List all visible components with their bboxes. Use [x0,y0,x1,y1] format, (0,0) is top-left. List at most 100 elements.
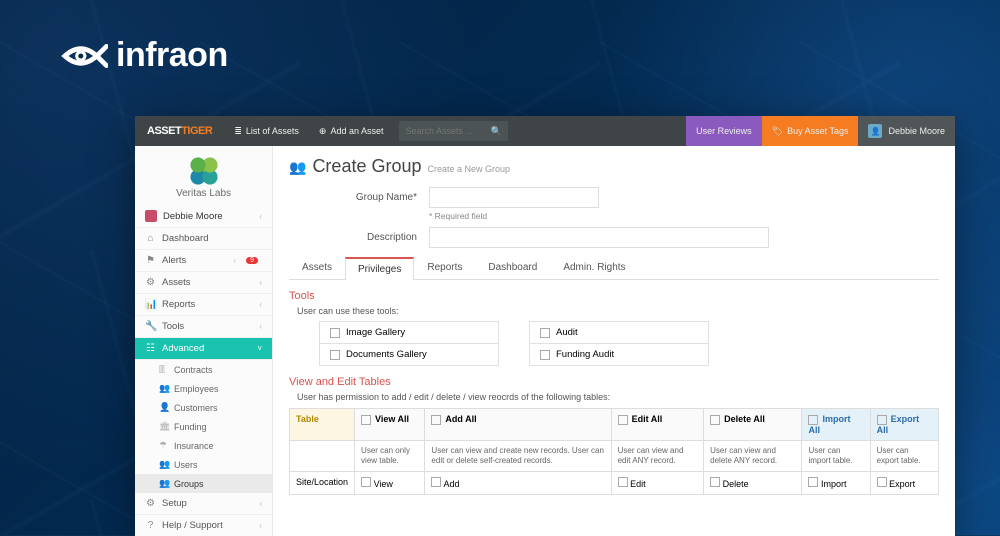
page-subtitle: Create a New Group [428,164,511,174]
checkbox[interactable] [877,415,887,425]
layers-icon: ☷ [145,343,156,354]
checkbox[interactable] [431,415,441,425]
tabs: Assets Privileges Reports Dashboard Admi… [289,256,939,280]
add-asset-link[interactable]: ⊕ Add an Asset [309,116,394,146]
tool-documents-gallery[interactable]: Documents Gallery [319,343,499,366]
chevron-down-icon: ˅ [257,344,262,353]
sidebar-sub-customers[interactable]: 👤Customers [135,398,272,417]
tab-dashboard[interactable]: Dashboard [475,256,550,279]
checkbox[interactable] [710,415,720,425]
sidebar-label: Help / Support [162,520,223,531]
sidebar-item-dashboard[interactable]: ⌂ Dashboard [135,228,272,250]
buy-asset-tags-button[interactable]: 🏷 Buy Asset Tags [762,116,859,146]
tool-audit[interactable]: Audit [529,321,709,344]
checkbox[interactable] [710,477,720,487]
search-icon[interactable]: 🔍 [484,126,507,137]
buy-tags-label: Buy Asset Tags [787,126,848,136]
gear-icon: ⚙ [145,498,156,509]
chevron-left-icon: ‹ [259,278,262,287]
search-input[interactable] [399,126,484,136]
sidebar-label: Tools [162,321,184,332]
sidebar-item-help[interactable]: ? Help / Support ‹ [135,515,272,536]
th-add[interactable]: Add All [425,409,611,441]
tab-admin-rights[interactable]: Admin. Rights [550,256,638,279]
sidebar-user-name: Debbie Moore [163,211,223,222]
th-view[interactable]: View All [355,409,425,441]
sidebar-user-row[interactable]: Debbie Moore ‹ [135,205,272,228]
checkbox[interactable] [330,350,340,360]
checkbox[interactable] [540,350,550,360]
list-icon: ≣ [234,126,242,137]
tools-note: User can use these tools: [289,306,939,316]
tool-image-gallery[interactable]: Image Gallery [319,321,499,344]
sidebar-item-advanced[interactable]: ☷ Advanced ˅ [135,338,272,360]
th-export[interactable]: Export All [870,409,938,441]
people-icon: 👥 [159,383,169,394]
alerts-badge: 9 [246,257,258,264]
cell-export[interactable]: Export [870,471,938,494]
privileges-table: Table View All Add All Edit All Delete A… [289,408,939,495]
checkbox[interactable] [540,328,550,338]
app-window: ASSETTIGER ≣ List of Assets ⊕ Add an Ass… [135,116,955,536]
chevron-left-icon: ‹ [259,300,262,309]
avatar-icon [145,210,157,222]
sidebar-sub-contracts[interactable]: ⫿⫿Contracts [135,360,272,379]
sidebar-item-setup[interactable]: ⚙ Setup ‹ [135,493,272,515]
sidebar-sub-funding[interactable]: 🏛Funding [135,417,272,436]
tag-icon: 🏷 [772,126,783,137]
group-name-input[interactable] [429,187,599,208]
tab-assets[interactable]: Assets [289,256,345,279]
tools-heading: Tools [289,290,939,302]
link-icon: ⚙ [145,277,156,288]
tool-funding-audit[interactable]: Funding Audit [529,343,709,366]
sidebar-sub-insurance[interactable]: ☂Insurance [135,436,272,455]
tab-reports[interactable]: Reports [414,256,475,279]
help-icon: ? [145,520,156,531]
brand-asset: ASSET [147,125,181,137]
cell-view[interactable]: View [355,471,425,494]
sidebar-item-tools[interactable]: 🔧 Tools ‹ [135,316,272,338]
wrench-icon: 🔧 [145,321,156,332]
group-icon: 👥 [289,159,306,176]
sidebar-sub-users[interactable]: 👥Users [135,455,272,474]
sidebar-item-alerts[interactable]: ⚑ Alerts ‹ 9 [135,250,272,272]
chevron-left-icon: ‹ [259,521,262,530]
chevron-left-icon: ‹ [259,499,262,508]
barcode-icon: ⫿⫿ [159,364,169,375]
checkbox[interactable] [618,477,628,487]
list-assets-link[interactable]: ≣ List of Assets [224,116,309,146]
checkbox[interactable] [877,477,887,487]
sidebar-sub-employees[interactable]: 👥Employees [135,379,272,398]
cell-edit[interactable]: Edit [611,471,704,494]
chevron-left-icon: ‹ [259,212,262,221]
checkbox[interactable] [431,477,441,487]
th-import[interactable]: Import All [802,409,870,441]
infraon-eye-icon [60,39,108,73]
user-reviews-label: User Reviews [696,126,752,136]
infraon-logo: infraon [60,36,228,75]
sidebar-item-assets[interactable]: ⚙ Assets ‹ [135,272,272,294]
sidebar-sub-groups[interactable]: 👥Groups [135,474,272,493]
th-delete[interactable]: Delete All [704,409,802,441]
checkbox[interactable] [808,477,818,487]
table-header-row: Table View All Add All Edit All Delete A… [290,409,939,441]
checkbox[interactable] [361,415,371,425]
table-row: Site/Location View Add Edit Delete Impor… [290,471,939,494]
description-input[interactable] [429,227,769,248]
checkbox[interactable] [330,328,340,338]
cell-delete[interactable]: Delete [704,471,802,494]
cell-import[interactable]: Import [802,471,870,494]
checkbox[interactable] [361,477,371,487]
page-title-block: 👥 Create Group Create a New Group [289,156,939,177]
current-user-chip[interactable]: 👤 Debbie Moore [858,116,955,146]
checkbox[interactable] [618,415,628,425]
tab-privileges[interactable]: Privileges [345,257,414,280]
tools-grid: Image Gallery Documents Gallery Audit Fu… [289,322,939,366]
company-logo-icon [189,156,219,186]
cell-add[interactable]: Add [425,471,611,494]
th-edit[interactable]: Edit All [611,409,704,441]
user-reviews-button[interactable]: User Reviews [686,116,762,146]
sidebar-item-reports[interactable]: 📊 Reports ‹ [135,294,272,316]
sidebar-label: Assets [162,277,191,288]
checkbox[interactable] [808,415,818,425]
